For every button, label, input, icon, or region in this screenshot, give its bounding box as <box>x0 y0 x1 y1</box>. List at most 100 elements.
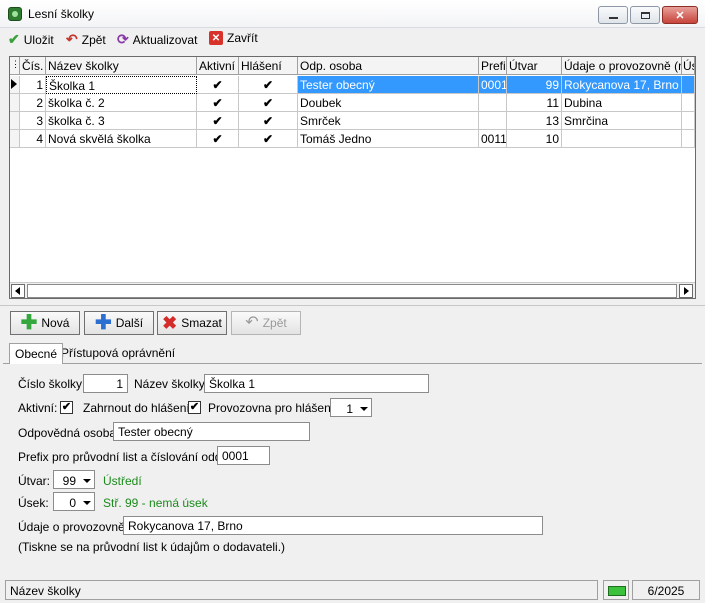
row-indicator <box>10 76 20 94</box>
cell-udaje[interactable]: Dubina <box>562 94 682 112</box>
maximize-button[interactable] <box>630 6 660 24</box>
undo-button[interactable]: ↶ Zpět <box>231 311 301 335</box>
hlaseni-checkbox[interactable]: ✔ <box>188 401 201 414</box>
udaje-label: Údaje o provozovně: <box>18 520 129 534</box>
cell-prefix[interactable]: 0001 <box>479 76 507 94</box>
col-header-udaje[interactable]: Údaje o provozovně (na <box>562 57 682 75</box>
utvar-label: Útvar: <box>18 474 51 488</box>
tab-obecne[interactable]: Obecné <box>9 343 64 364</box>
cell-udaje[interactable] <box>562 130 682 148</box>
title-bar: Lesní školky ✕ <box>0 0 705 28</box>
col-header-usek[interactable]: Ús <box>682 57 695 75</box>
cell-utvar[interactable]: 13 <box>507 112 562 130</box>
cislo-input[interactable]: 1 <box>83 374 128 393</box>
cell-utvar[interactable]: 11 <box>507 94 562 112</box>
cell-osoba[interactable]: Doubek <box>298 94 479 112</box>
cell-nazev[interactable]: Školka 1 <box>46 76 197 94</box>
horizontal-scrollbar[interactable] <box>10 282 695 298</box>
row-selector-header[interactable]: ⋮ <box>10 57 20 75</box>
save-button[interactable]: ✔ Uložit <box>8 31 54 48</box>
maximize-icon <box>640 11 650 19</box>
back-button[interactable]: ↶ Zpět <box>66 31 106 48</box>
cell-udaje[interactable]: Rokycanova 17, Brno <box>562 76 682 94</box>
col-header-utvar[interactable]: Útvar <box>507 57 562 75</box>
minimize-icon <box>608 16 618 19</box>
col-header-nazev[interactable]: Název školky <box>46 57 197 75</box>
cell-usek[interactable] <box>682 112 695 130</box>
cell-prefix[interactable]: 0011 <box>479 130 507 148</box>
minimize-button[interactable] <box>598 6 628 24</box>
nurseries-grid[interactable]: ⋮ Čís. Název školky Aktivní Hlášení Odp.… <box>9 56 696 299</box>
close-window-button[interactable]: ✕ <box>662 6 698 24</box>
scroll-left-button[interactable] <box>11 284 25 298</box>
next-button[interactable]: ✚ Další <box>84 311 154 335</box>
cell-hlaseni[interactable]: ✔ <box>239 94 298 112</box>
arrow-right-icon <box>684 287 689 295</box>
prefix-label: Prefix pro průvodní list a číslování odd… <box>18 450 238 464</box>
cell-osoba[interactable]: Tester obecný <box>298 76 479 94</box>
cell-aktivni[interactable]: ✔ <box>197 112 239 130</box>
osoba-input[interactable]: Tester obecný <box>113 422 310 441</box>
cell-hlaseni[interactable]: ✔ <box>239 76 298 94</box>
delete-button[interactable]: ✖ Smazat <box>157 311 227 335</box>
cell-prefix[interactable] <box>479 94 507 112</box>
cell-usek[interactable] <box>682 130 695 148</box>
cell-prefix[interactable] <box>479 112 507 130</box>
cell-cislo: 3 <box>20 112 46 130</box>
table-row[interactable]: 3 školka č. 3 ✔ ✔ Smrček 13 Smrčina <box>10 112 695 130</box>
cell-osoba[interactable]: Smrček <box>298 112 479 130</box>
cell-nazev[interactable]: Nová skvělá školka <box>46 130 197 148</box>
tab-pristupova-opravneni[interactable]: Přístupová oprávnění <box>56 343 180 364</box>
cell-aktivni[interactable]: ✔ <box>197 94 239 112</box>
checkbox-aktivni: ✔ <box>212 96 223 110</box>
cell-usek[interactable] <box>682 94 695 112</box>
checkbox-hlaseni: ✔ <box>262 132 274 146</box>
prefix-input[interactable]: 0001 <box>217 446 270 465</box>
usek-description: Stř. 99 - nemá úsek <box>103 496 208 510</box>
status-page: 6/2025 <box>632 580 700 600</box>
cell-hlaseni[interactable]: ✔ <box>239 112 298 130</box>
col-header-cislo[interactable]: Čís. <box>20 57 46 75</box>
utvar-description: Ústředí <box>103 474 142 488</box>
back-label: Zpět <box>81 32 106 47</box>
col-header-hlaseni[interactable]: Hlášení <box>239 57 298 75</box>
udaje-input[interactable]: Rokycanova 17, Brno <box>123 516 543 535</box>
cell-utvar[interactable]: 99 <box>507 76 562 94</box>
table-row[interactable]: 1 Školka 1 ✔ ✔ Tester obecný 0001 99 Rok… <box>10 76 695 94</box>
cell-utvar[interactable]: 10 <box>507 130 562 148</box>
usek-select[interactable]: 0 <box>53 492 95 511</box>
cell-usek[interactable] <box>682 76 695 94</box>
nazev-input[interactable]: Školka 1 <box>204 374 429 393</box>
chevron-down-icon <box>80 478 94 483</box>
cell-osoba[interactable]: Tomáš Jedno <box>298 130 479 148</box>
cell-nazev[interactable]: školka č. 2 <box>46 94 197 112</box>
udaje-note: (Tiskne se na průvodní list k údajům o d… <box>18 540 286 554</box>
cell-nazev[interactable]: školka č. 3 <box>46 112 197 130</box>
aktivni-checkbox[interactable]: ✔ <box>60 401 73 414</box>
cell-udaje[interactable]: Smrčina <box>562 112 682 130</box>
usek-value: 0 <box>69 495 76 510</box>
arrow-left-icon <box>15 287 20 295</box>
plus-blue-icon: ✚ <box>94 312 112 334</box>
new-button[interactable]: ✚ Nová <box>10 311 80 335</box>
osoba-label: Odpovědná osoba: <box>18 426 120 440</box>
cell-cislo: 4 <box>20 130 46 148</box>
close-button[interactable]: ✕ Zavřít <box>209 31 258 45</box>
chevron-down-icon <box>80 500 94 505</box>
col-header-aktivni[interactable]: Aktivní <box>197 57 239 75</box>
scroll-thumb[interactable] <box>27 284 677 298</box>
table-row[interactable]: 2 školka č. 2 ✔ ✔ Doubek 11 Dubina <box>10 94 695 112</box>
hlaseni-label: Zahrnout do hlášení: <box>83 401 194 415</box>
provozovna-select[interactable]: 1 <box>330 398 372 417</box>
refresh-button[interactable]: ⟳ Aktualizovat <box>117 31 197 48</box>
grid-header: ⋮ Čís. Název školky Aktivní Hlášení Odp.… <box>10 57 695 75</box>
col-header-prefix[interactable]: Prefi <box>479 57 507 75</box>
scroll-right-button[interactable] <box>679 284 693 298</box>
cell-hlaseni[interactable]: ✔ <box>239 130 298 148</box>
col-header-osoba[interactable]: Odp. osoba <box>298 57 479 75</box>
plus-green-icon: ✚ <box>20 312 38 334</box>
cell-aktivni[interactable]: ✔ <box>197 130 239 148</box>
utvar-select[interactable]: 99 <box>53 470 95 489</box>
cell-aktivni[interactable]: ✔ <box>197 76 239 94</box>
table-row[interactable]: 4 Nová skvělá školka ✔ ✔ Tomáš Jedno 001… <box>10 130 695 148</box>
